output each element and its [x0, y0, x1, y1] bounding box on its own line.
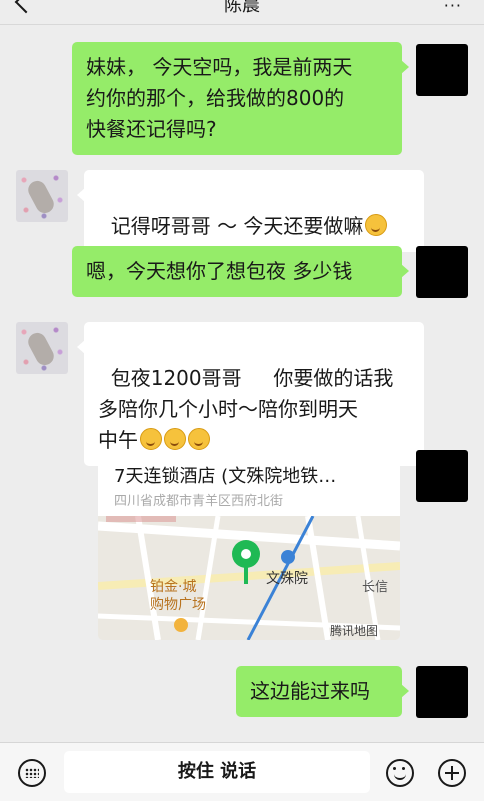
- contact-avatar[interactable]: [16, 322, 68, 374]
- thinking-emoji-icon: [164, 428, 186, 450]
- thinking-emoji-icon: [365, 214, 388, 236]
- location-title: 7天连锁酒店 (文殊院地铁…: [114, 466, 337, 487]
- message-bubble-sent[interactable]: 这边能过来吗: [236, 666, 409, 717]
- my-avatar[interactable]: [416, 666, 468, 718]
- keyboard-icon[interactable]: [18, 759, 46, 787]
- metro-icon: [281, 550, 295, 564]
- top-bar: 陈晨 ···: [0, 0, 484, 25]
- my-avatar[interactable]: [416, 246, 468, 298]
- map-label-station: 文殊院: [266, 571, 308, 587]
- map-label-side: 长信: [362, 580, 389, 595]
- more-icon[interactable]: ···: [444, 0, 462, 14]
- message-bubble-sent[interactable]: 妹妹， 今天空吗，我是前两天 约你的那个，给我做的800的 快餐还记得吗?: [72, 42, 409, 155]
- map-pin-icon-dot: [241, 549, 251, 559]
- chat-title: 陈晨: [224, 0, 260, 16]
- map-provider-label: 腾讯地图: [330, 624, 379, 638]
- emoji-icon[interactable]: [386, 759, 414, 787]
- thinking-emoji-icon: [188, 428, 210, 450]
- location-card[interactable]: 7天连锁酒店 (文殊院地铁… 四川省成都市青羊区西府北街 文殊院 铂金·城 购物…: [98, 450, 400, 640]
- my-avatar[interactable]: [416, 44, 468, 96]
- message-text: 记得呀哥哥 ～ 今天还要做嘛: [110, 214, 364, 238]
- map-preview[interactable]: 文殊院 铂金·城 购物广场 长信 腾讯地图: [98, 516, 400, 640]
- hold-to-talk-button[interactable]: 按住 说话: [64, 751, 370, 793]
- thinking-emoji-icon: [140, 428, 162, 450]
- my-avatar[interactable]: [416, 450, 468, 502]
- mall-icon: [174, 618, 188, 632]
- contact-avatar[interactable]: [16, 170, 68, 222]
- map-label-mall: 铂金·城 购物广场: [150, 579, 206, 613]
- map-pin-icon-stem: [244, 566, 248, 584]
- plus-icon[interactable]: [438, 759, 466, 787]
- message-bubble-received[interactable]: 包夜1200哥哥 你要做的话我 多陪你几个小时～陪你到明天 中午: [77, 322, 424, 466]
- location-address: 四川省成都市青羊区西府北街: [114, 494, 284, 509]
- message-bubble-sent[interactable]: 嗯，今天想你了想包夜 多少钱: [72, 246, 409, 297]
- message-bubble-received[interactable]: 记得呀哥哥 ～ 今天还要做嘛: [77, 170, 424, 252]
- input-bar: 按住 说话: [0, 742, 484, 801]
